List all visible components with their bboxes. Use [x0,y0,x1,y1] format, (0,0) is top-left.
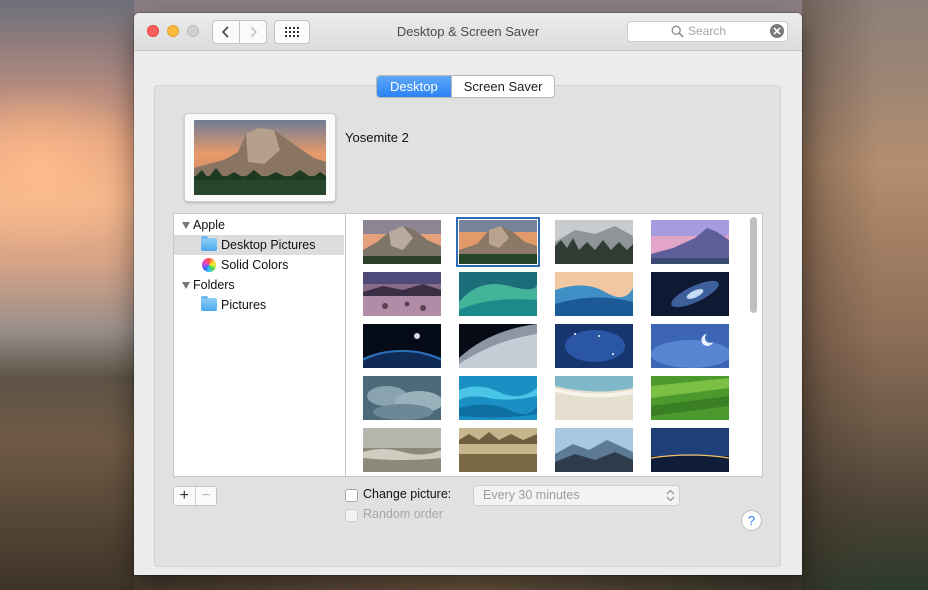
remove-folder-button[interactable]: − [194,487,217,505]
color-wheel-icon [202,258,216,272]
yosemite-2-thumbnail[interactable] [456,217,540,267]
help-button[interactable]: ? [741,510,762,531]
grid-scrollbar[interactable] [750,217,757,313]
sidebar-item-label: Pictures [221,298,267,312]
tab-screen-saver[interactable]: Screen Saver [450,76,555,97]
misty-forest-thumbnail[interactable] [459,428,537,472]
change-interval-popup[interactable]: Every 30 minutes [473,485,680,506]
search-placeholder: Search [688,24,727,38]
folder-icon [201,236,217,251]
desktop-background-left [0,0,134,590]
disclosure-triangle-icon[interactable] [182,222,190,229]
sidebar: Apple Desktop Pictures Solid Colors Fold… [173,213,345,477]
green-fields-thumbnail[interactable] [651,376,729,420]
wave-green-thumbnail[interactable] [459,272,537,316]
earth-clouds-thumbnail[interactable] [459,324,537,368]
forward-button[interactable] [239,21,266,43]
sidebar-item-label: Desktop Pictures [221,238,316,252]
sidebar-item-solid-colors[interactable]: Solid Colors [174,255,344,275]
sidebar-group-apple[interactable]: Apple [174,215,344,235]
back-button[interactable] [213,21,239,43]
current-wallpaper-preview [184,113,336,202]
earth-horizon-thumbnail[interactable] [363,324,441,368]
folder-icon [201,296,217,311]
folder-add-remove-control: + − [173,486,217,506]
chevron-left-icon [221,26,229,38]
add-folder-button[interactable]: + [174,487,195,505]
change-picture-label: Change picture: [363,487,452,501]
yosemite-thumbnail[interactable] [363,220,441,264]
interval-value: Every 30 minutes [483,488,580,502]
sidebar-group-label: Apple [193,218,225,232]
tab-control: Desktop Screen Saver [376,75,556,98]
half-dome-thumbnail[interactable] [651,220,729,264]
blue-moon-thumbnail[interactable] [651,324,729,368]
nebula-thumbnail[interactable] [555,324,633,368]
forest-thumbnail[interactable] [555,220,633,264]
sidebar-item-label: Solid Colors [221,258,289,272]
history-navigation [212,20,267,44]
aerial-water-thumbnail[interactable] [459,376,537,420]
chevron-right-icon [250,26,258,38]
yosemite-preview-image [194,120,326,195]
galaxy-thumbnail[interactable] [651,272,729,316]
search-field[interactable]: Search [627,21,788,42]
desktop-background-bottom [134,575,802,590]
beach-thumbnail[interactable] [555,376,633,420]
wallpaper-name: Yosemite 2 [345,130,409,145]
random-order-label: Random order [363,507,443,521]
popup-arrows-icon [666,489,675,502]
clear-search-button[interactable] [770,24,784,38]
sidebar-group-folders[interactable]: Folders [174,275,344,295]
city-lights-thumbnail[interactable] [651,428,729,472]
tab-desktop[interactable]: Desktop [377,76,451,97]
system-preferences-window: Desktop & Screen Saver Search Desktop Sc… [134,13,802,575]
sidebar-item-pictures[interactable]: Pictures [174,295,344,315]
lake-thumbnail[interactable] [363,272,441,316]
grid-icon [285,27,299,37]
random-order-checkbox[interactable] [345,509,358,522]
sidebar-item-desktop-pictures[interactable]: Desktop Pictures [174,235,344,255]
wave-blue-thumbnail[interactable] [555,272,633,316]
clouds-thumbnail[interactable] [363,376,441,420]
search-icon [671,25,684,38]
wallpaper-grid [345,213,763,477]
change-picture-checkbox[interactable] [345,489,358,502]
mountain-valley-thumbnail[interactable] [555,428,633,472]
close-icon [773,27,781,35]
show-all-button[interactable] [274,20,310,44]
fog-thumbnail[interactable] [363,428,441,472]
sidebar-group-label: Folders [193,278,235,292]
disclosure-triangle-icon[interactable] [182,282,190,289]
title-bar: Desktop & Screen Saver Search [134,13,802,51]
desktop-background-right [802,0,928,590]
